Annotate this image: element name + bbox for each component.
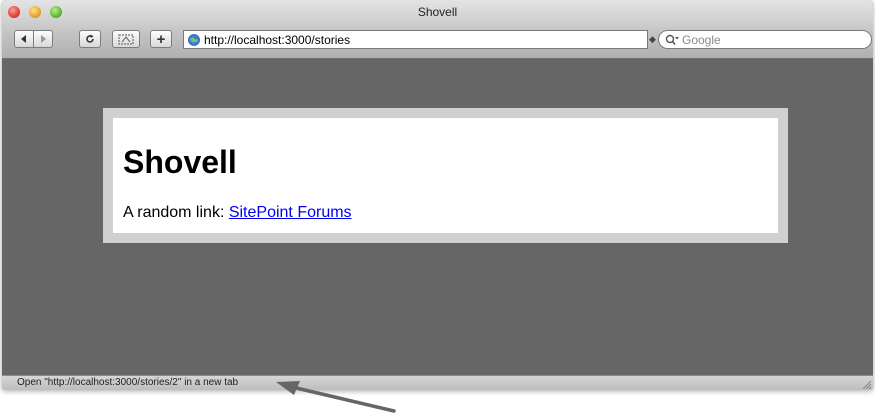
sitepoint-forums-link[interactable]: SitePoint Forums xyxy=(229,204,352,221)
title-bar: Shovell + http://localhost:3000/stories … xyxy=(2,0,873,59)
browser-window: Shovell + http://localhost:3000/stories … xyxy=(2,0,873,390)
forward-arrow-icon xyxy=(41,35,46,43)
globe-icon xyxy=(188,33,200,46)
reload-button[interactable] xyxy=(79,30,101,48)
random-link-prefix: A random link: xyxy=(123,204,229,221)
reload-icon xyxy=(86,34,94,43)
address-bar[interactable]: http://localhost:3000/stories xyxy=(183,30,648,49)
snapback-button[interactable] xyxy=(112,30,140,48)
page-heading: Shovell xyxy=(123,144,237,180)
back-button[interactable] xyxy=(14,30,34,48)
search-field[interactable]: Google xyxy=(658,30,872,49)
window-title: Shovell xyxy=(417,5,458,19)
add-bookmark-button[interactable]: + xyxy=(150,30,172,48)
address-value[interactable]: http://localhost:3000/stories xyxy=(204,33,350,47)
forward-button[interactable] xyxy=(33,30,53,48)
status-text: Open "http://localhost:3000/stories/2" i… xyxy=(17,377,239,388)
snippet-icon xyxy=(118,34,134,44)
annotation-arrow-icon xyxy=(276,381,396,413)
address-dropdown-icon[interactable]: ◆ xyxy=(649,34,656,45)
content-card: Shovell A random link: SitePoint Forums xyxy=(113,118,778,233)
content-card-border: Shovell A random link: SitePoint Forums xyxy=(103,108,788,243)
search-placeholder: Google xyxy=(682,32,721,47)
random-link-line: A random link: SitePoint Forums xyxy=(123,204,352,222)
status-bar: Open "http://localhost:3000/stories/2" i… xyxy=(2,375,873,390)
back-arrow-icon xyxy=(21,35,26,43)
page-viewport: Shovell A random link: SitePoint Forums xyxy=(2,59,873,375)
search-icon xyxy=(665,34,679,45)
resize-grip-icon[interactable] xyxy=(861,379,871,389)
